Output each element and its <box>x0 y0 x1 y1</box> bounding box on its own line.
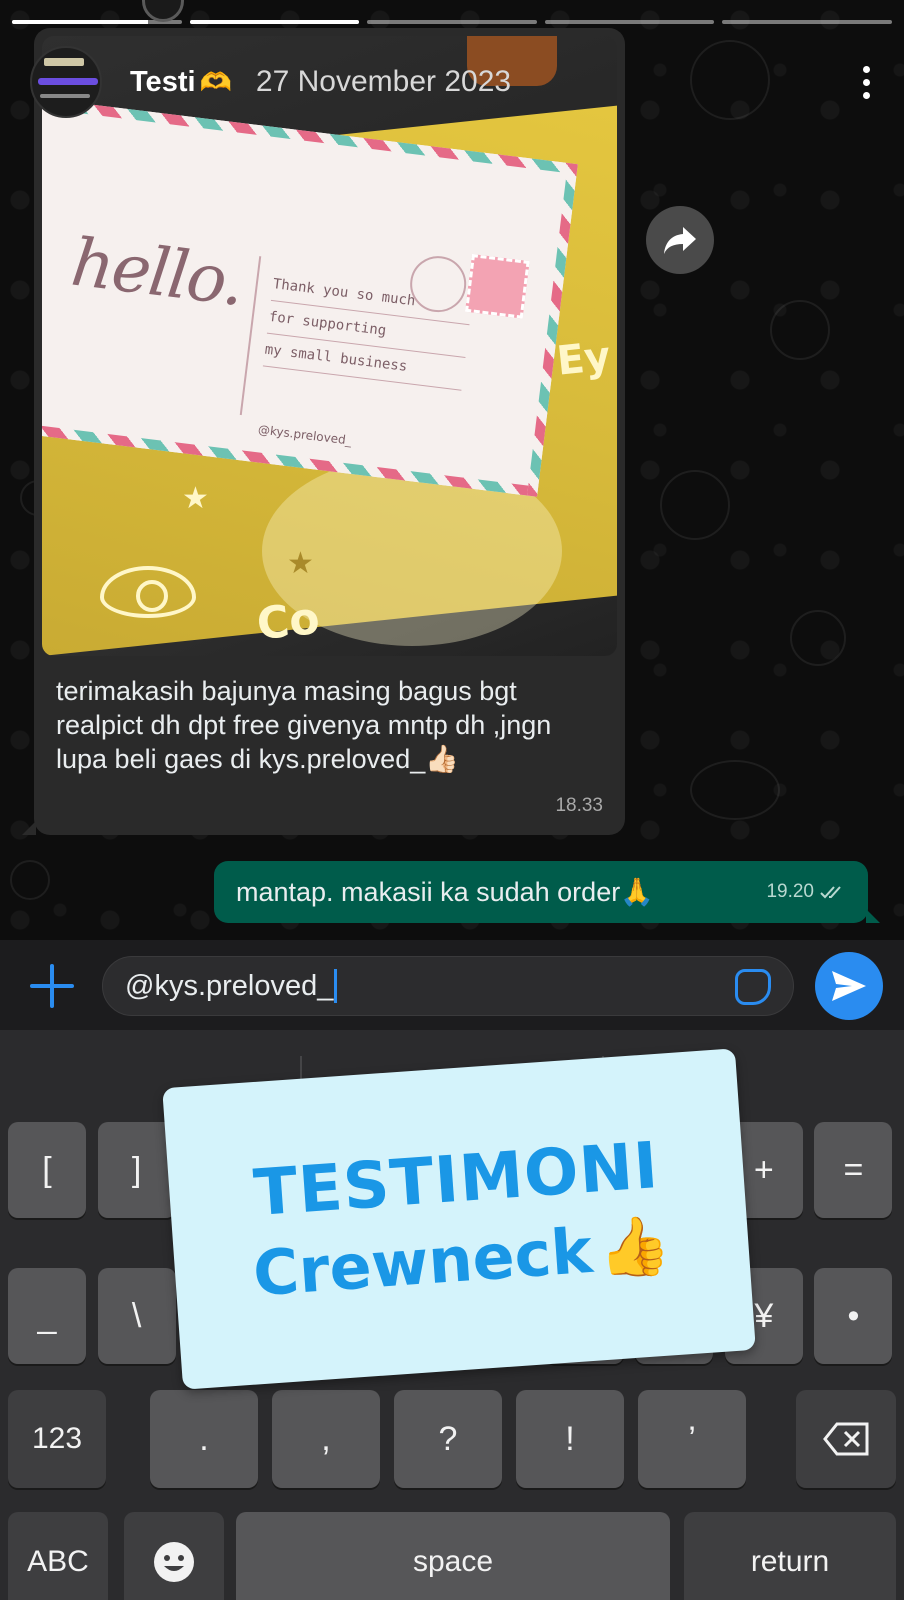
chat-background: Ey Co ★ ★ hello. Thank you so much for s… <box>0 0 904 940</box>
packet-label: Ey <box>554 333 613 385</box>
progress-segment <box>722 20 892 24</box>
sticker-icon[interactable] <box>735 969 771 1005</box>
key-symbol[interactable]: [ <box>8 1122 86 1218</box>
story-name-text: Testi <box>130 65 196 98</box>
space-key[interactable]: space <box>236 1512 670 1600</box>
star-icon: ★ <box>182 482 209 515</box>
emoji-icon <box>154 1542 194 1582</box>
doodle <box>660 470 730 540</box>
more-options-icon[interactable] <box>860 65 872 99</box>
progress-segment <box>367 20 537 24</box>
incoming-message[interactable]: Ey Co ★ ★ hello. Thank you so much for s… <box>22 28 625 835</box>
text-caret <box>334 969 338 1003</box>
key-123[interactable]: 123 <box>8 1390 106 1488</box>
key-punctuation[interactable]: , <box>272 1390 380 1488</box>
backspace-icon <box>823 1422 869 1456</box>
key-symbol[interactable]: = <box>814 1122 893 1218</box>
story-name: Testi 🫶 <box>130 66 232 99</box>
story-date: 27 November 2023 <box>255 65 512 98</box>
double-check-icon <box>820 886 841 899</box>
card-divider <box>239 256 262 416</box>
message-time: 19.20 <box>766 881 814 902</box>
star-icon: ★ <box>287 547 314 580</box>
card-hello: hello. <box>67 223 247 321</box>
message-text: terimakasih bajunya masing bagus bgt rea… <box>56 676 552 774</box>
doodle <box>790 610 846 666</box>
story-progress <box>12 20 892 24</box>
send-icon <box>832 971 866 1001</box>
delete-key[interactable] <box>796 1390 896 1488</box>
key-punctuation[interactable]: ? <box>394 1390 502 1488</box>
message-input-bar: @kys.preloved_ <box>0 940 904 1030</box>
key-punctuation[interactable]: ’ <box>638 1390 746 1488</box>
key-punctuation[interactable]: . <box>150 1390 258 1488</box>
emoji-key[interactable] <box>124 1512 224 1600</box>
key-symbol[interactable]: _ <box>8 1268 86 1364</box>
send-button[interactable] <box>815 952 883 1020</box>
message-photo[interactable]: Ey Co ★ ★ hello. Thank you so much for s… <box>42 36 617 656</box>
message-input[interactable]: @kys.preloved_ <box>102 956 794 1016</box>
doodle <box>770 300 830 360</box>
return-key[interactable]: return <box>684 1512 896 1600</box>
thumbs-up-icon: 👍 <box>595 1209 673 1283</box>
doodle <box>690 760 780 820</box>
key-symbol[interactable]: \ <box>97 1268 176 1364</box>
story-header: Testi 🫶 27 November 2023 <box>30 40 874 124</box>
testimoni-sticker[interactable]: TESTIMONI Crewneck 👍 <box>162 1048 756 1390</box>
card-handle: @kys.preloved_ <box>257 422 353 448</box>
thank-you-card: hello. Thank you so much for supporting … <box>42 96 578 497</box>
doodle <box>10 860 50 900</box>
heart-hands-icon: 🫶 <box>199 66 232 97</box>
forward-icon <box>664 227 696 254</box>
attach-plus-icon[interactable] <box>28 962 76 1010</box>
avatar[interactable] <box>30 46 102 118</box>
message-time: 18.33 <box>555 795 603 816</box>
message-input-value: @kys.preloved_ <box>125 969 334 1002</box>
key-symbol[interactable]: • <box>814 1268 893 1364</box>
progress-segment <box>189 20 360 24</box>
message-text: mantap. makasii ka sudah order🙏 <box>236 877 654 907</box>
key-symbol[interactable]: ] <box>97 1122 176 1218</box>
key-abc[interactable]: ABC <box>8 1512 108 1600</box>
packet-label: Co <box>254 592 323 651</box>
forward-button[interactable] <box>646 206 714 274</box>
progress-segment <box>544 20 715 24</box>
stamp-icon <box>465 254 530 319</box>
outgoing-message[interactable]: mantap. makasii ka sudah order🙏 19.20 <box>214 861 880 923</box>
message-meta: 19.20 <box>766 881 846 903</box>
sticker-line2-text: Crewneck <box>250 1213 595 1310</box>
key-punctuation[interactable]: ! <box>516 1390 624 1488</box>
